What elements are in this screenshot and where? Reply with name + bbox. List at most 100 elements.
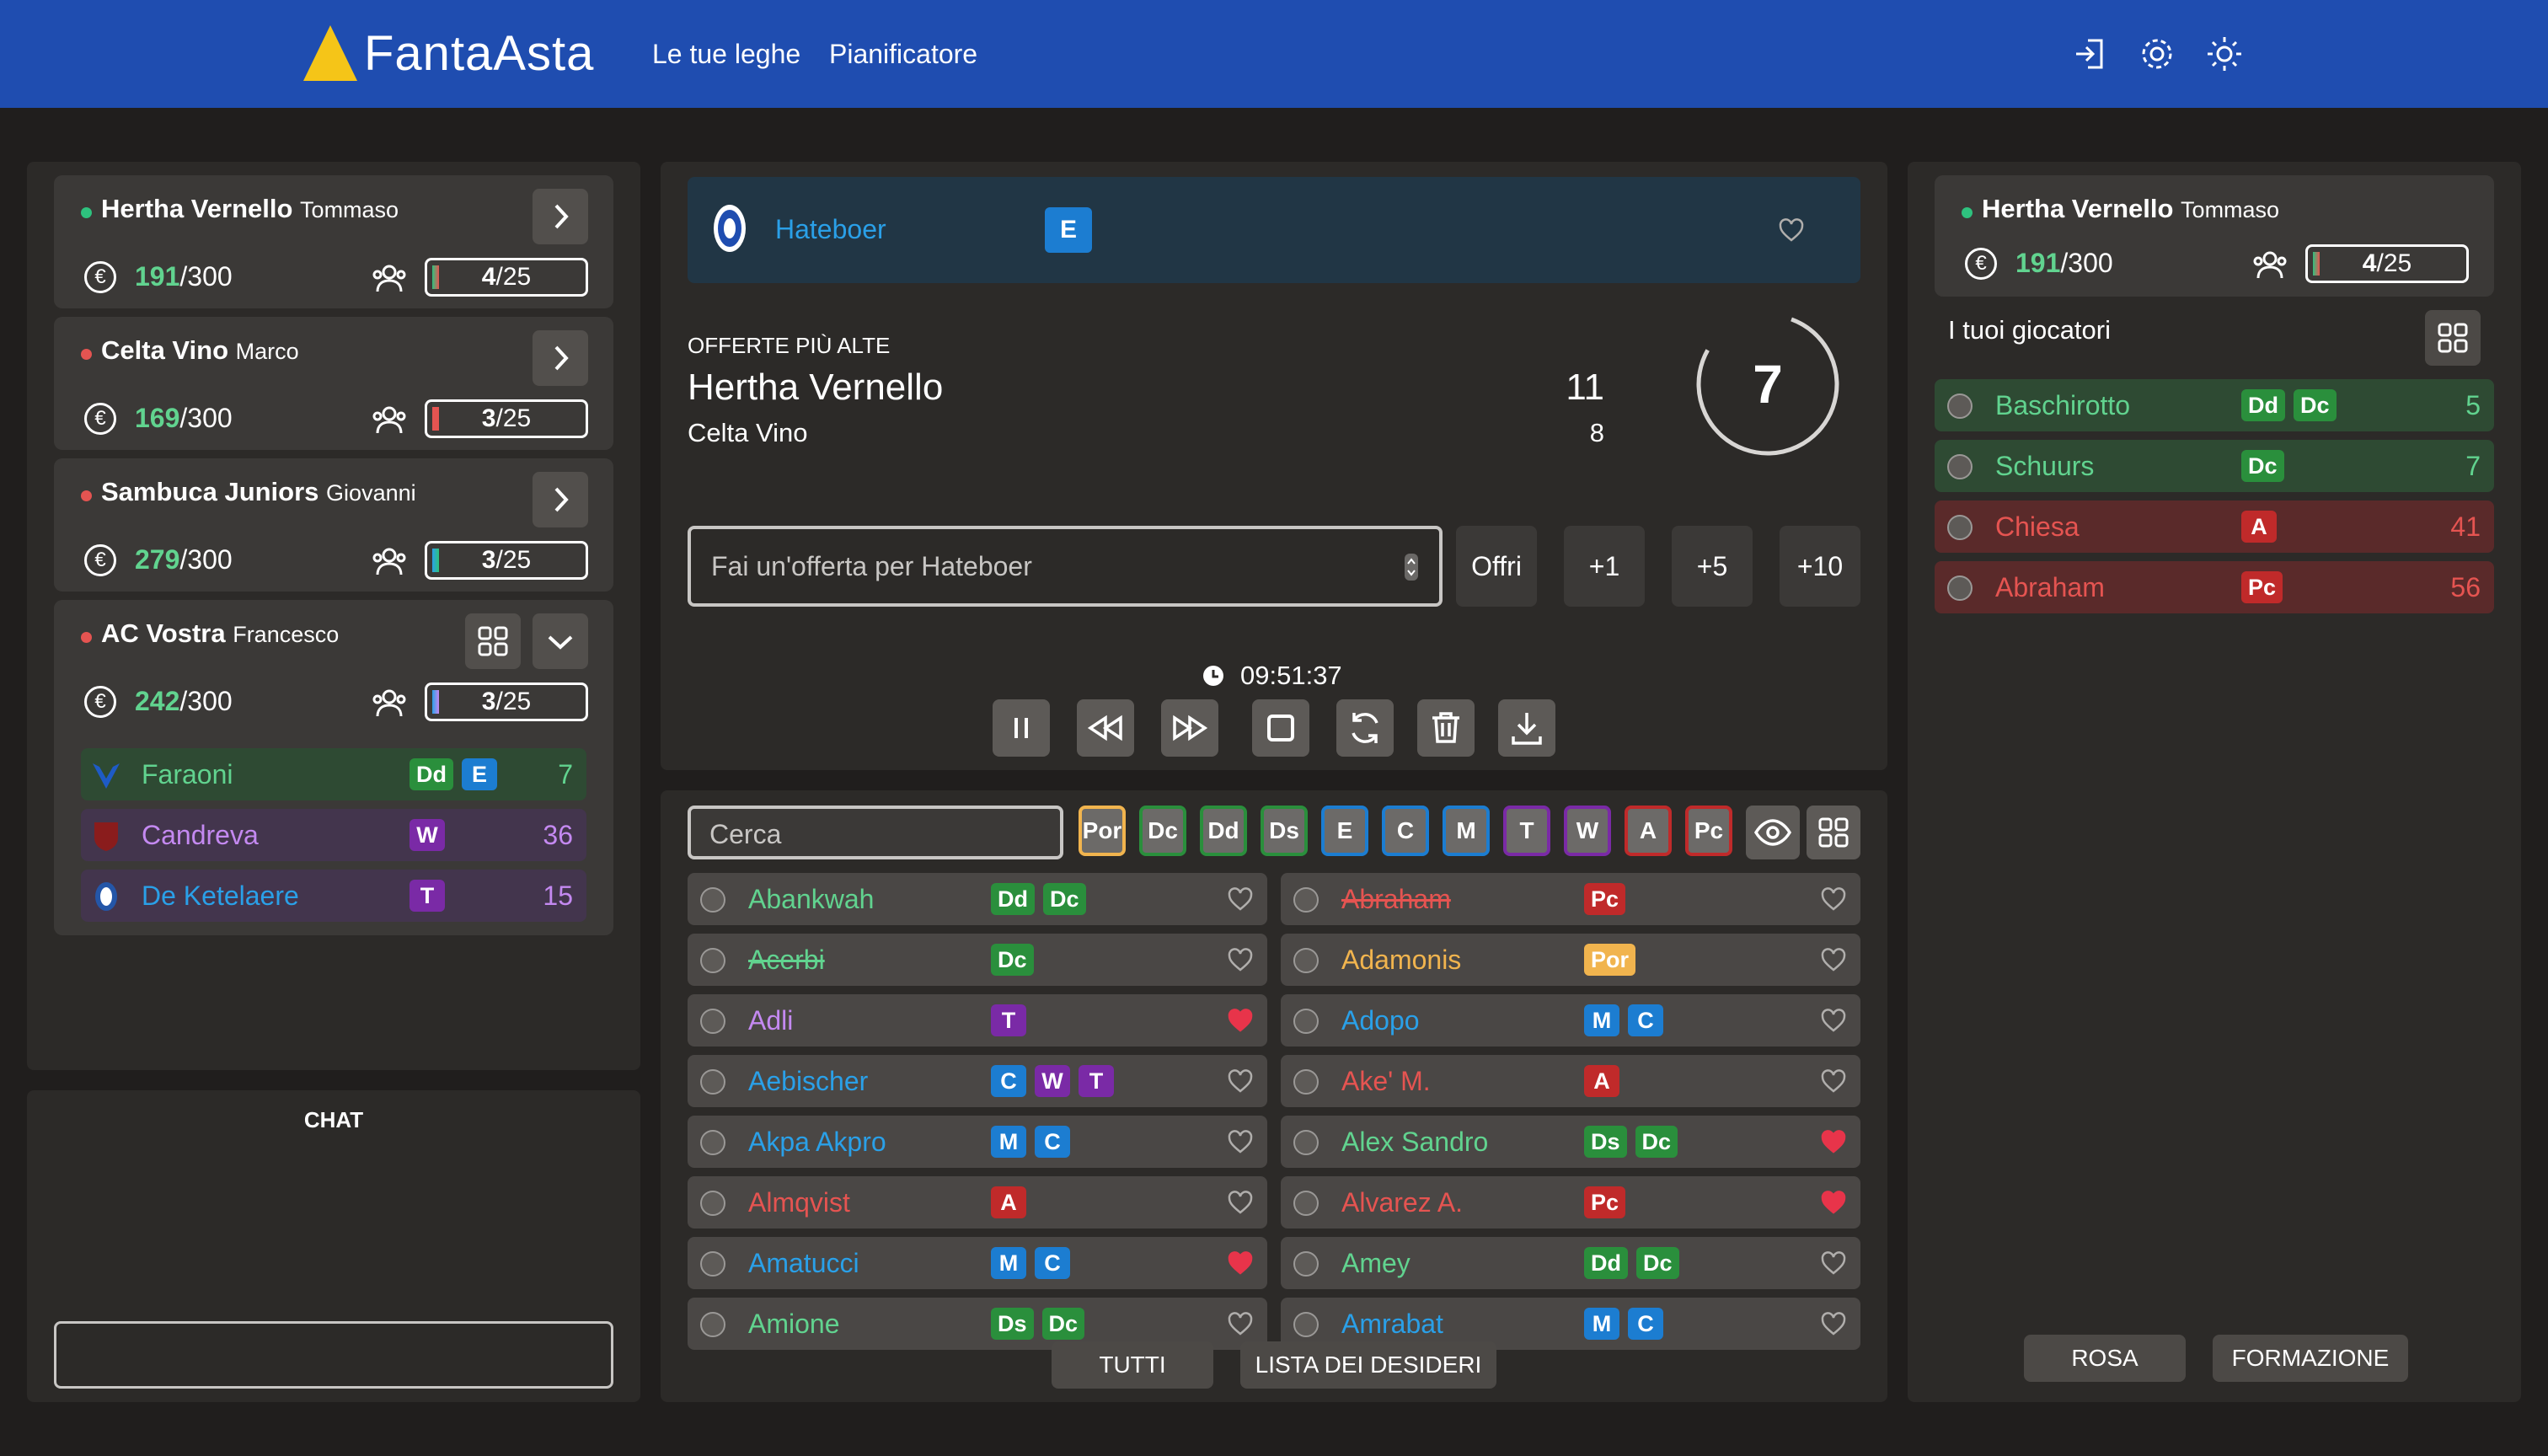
player-name: De Ketelaere	[142, 881, 299, 911]
list-item[interactable]: Alvarez A. Pc	[1281, 1176, 1860, 1228]
filter-ds[interactable]: Ds	[1261, 806, 1308, 856]
heart-icon[interactable]	[1227, 1250, 1254, 1276]
list-item[interactable]: Akpa Akpro M C	[688, 1116, 1267, 1168]
player-price: 41	[2450, 511, 2481, 542]
list-item[interactable]: Almqvist A	[688, 1176, 1267, 1228]
stepper-icon[interactable]	[1404, 553, 1419, 581]
list-item[interactable]: Adamonis Por	[1281, 934, 1860, 986]
chat-input[interactable]	[54, 1321, 613, 1389]
list-item[interactable]: Adli T	[688, 994, 1267, 1046]
pause-button[interactable]	[993, 699, 1050, 757]
forward-button[interactable]	[1161, 699, 1218, 757]
download-button[interactable]	[1498, 699, 1555, 757]
team-crest-icon	[1293, 1009, 1319, 1034]
list-item[interactable]: Chiesa A 41	[1935, 500, 2494, 553]
heart-icon[interactable]	[1820, 1008, 1847, 1033]
list-item[interactable]: Alex Sandro Ds Dc	[1281, 1116, 1860, 1168]
heart-icon[interactable]	[1227, 1129, 1254, 1154]
role-chip: Pc	[2241, 571, 2283, 603]
list-item[interactable]: Faraoni Dd E 7	[81, 748, 586, 800]
filter-m[interactable]: M	[1443, 806, 1490, 856]
chevron-right-icon	[554, 345, 569, 371]
filter-c[interactable]: C	[1382, 806, 1429, 856]
list-item[interactable]: Abraham Pc 56	[1935, 561, 2494, 613]
visibility-toggle[interactable]	[1746, 806, 1800, 859]
list-item[interactable]: Amey Dd Dc	[1281, 1237, 1860, 1289]
tab-all[interactable]: TUTTI	[1052, 1341, 1213, 1389]
role-chips: MC	[991, 1126, 1079, 1158]
tab-formation[interactable]: FORMAZIONE	[2213, 1335, 2408, 1382]
role-chips: T	[991, 1004, 1035, 1036]
list-item[interactable]: Schuurs Dc 7	[1935, 440, 2494, 492]
expand-button[interactable]	[533, 330, 588, 386]
theme-icon[interactable]	[2204, 34, 2245, 74]
list-item[interactable]: Candreva W 36	[81, 809, 586, 861]
list-item[interactable]: De Ketelaere T 15	[81, 870, 586, 922]
collapse-button[interactable]	[533, 613, 588, 669]
stop-button[interactable]	[1252, 699, 1309, 757]
bid-plus-5-button[interactable]: +5	[1672, 526, 1753, 607]
expand-button[interactable]	[533, 472, 588, 527]
roster-slots: 3/25	[425, 682, 588, 721]
list-item[interactable]: Aebischer C W T	[688, 1055, 1267, 1107]
heart-icon[interactable]	[1820, 1311, 1847, 1336]
bid-plus-1-button[interactable]: +1	[1564, 526, 1645, 607]
status-dot	[81, 490, 92, 501]
list-item[interactable]: Abraham Pc	[1281, 873, 1860, 925]
list-item[interactable]: Ake' M. A	[1281, 1055, 1860, 1107]
grid-view-button[interactable]	[465, 613, 521, 669]
list-item[interactable]: Baschirotto Dd Dc 5	[1935, 379, 2494, 431]
heart-icon[interactable]	[1227, 886, 1254, 912]
offer-button[interactable]: Offri	[1456, 526, 1537, 607]
heart-icon[interactable]	[1820, 886, 1847, 912]
grid-view-button[interactable]	[1807, 806, 1860, 859]
rewind-button[interactable]	[1077, 699, 1134, 757]
heart-icon[interactable]	[1227, 1190, 1254, 1215]
team-card: Hertha Vernello Tommaso € 191/300 4/25	[54, 175, 613, 308]
list-item[interactable]: Adopo M C	[1281, 994, 1860, 1046]
nav-planner[interactable]: Pianificatore	[829, 34, 977, 74]
role-chip: Dd	[1584, 1247, 1628, 1279]
logout-icon[interactable]	[2071, 34, 2112, 74]
filter-e[interactable]: E	[1321, 806, 1368, 856]
reset-button[interactable]	[1336, 699, 1394, 757]
list-item[interactable]: Amatucci M C	[688, 1237, 1267, 1289]
delete-button[interactable]	[1417, 699, 1475, 757]
tab-roster[interactable]: ROSA	[2024, 1335, 2186, 1382]
heart-icon[interactable]	[1227, 1311, 1254, 1336]
role-chips: MC	[1584, 1004, 1672, 1036]
bid-input[interactable]: Fai un'offerta per Hateboer	[688, 526, 1443, 607]
player-name: Baschirotto	[1995, 390, 2131, 420]
filter-w[interactable]: W	[1564, 806, 1611, 856]
auction-panel: Hateboer E OFFERTE PIÙ ALTE Hertha Verne…	[661, 162, 1887, 770]
search-input[interactable]: Cerca	[688, 806, 1063, 859]
bid-plus-10-button[interactable]: +10	[1780, 526, 1860, 607]
heart-icon[interactable]	[1227, 947, 1254, 972]
role-chip: C	[991, 1065, 1026, 1097]
list-item[interactable]: Acerbi Dc	[688, 934, 1267, 986]
filter-pc[interactable]: Pc	[1685, 806, 1732, 856]
tab-wishlist[interactable]: LISTA DEI DESIDERI	[1240, 1341, 1496, 1389]
nav-leagues[interactable]: Le tue leghe	[652, 34, 800, 74]
grid-icon	[478, 626, 508, 656]
heart-icon[interactable]	[1778, 217, 1805, 243]
heart-icon[interactable]	[1820, 1250, 1847, 1276]
heart-icon[interactable]	[1227, 1068, 1254, 1094]
grid-view-button[interactable]	[2425, 310, 2481, 366]
role-chip: W	[1035, 1065, 1070, 1097]
brand-name[interactable]: FantaAsta	[364, 24, 594, 84]
list-item[interactable]: Abankwah Dd Dc	[688, 873, 1267, 925]
heart-icon[interactable]	[1820, 947, 1847, 972]
expand-button[interactable]	[533, 189, 588, 244]
filter-dc[interactable]: Dc	[1139, 806, 1186, 856]
settings-icon[interactable]	[2137, 34, 2177, 74]
users-icon	[372, 265, 406, 292]
filter-dd[interactable]: Dd	[1200, 806, 1247, 856]
heart-icon[interactable]	[1820, 1068, 1847, 1094]
filter-a[interactable]: A	[1625, 806, 1672, 856]
heart-icon[interactable]	[1820, 1190, 1847, 1215]
filter-por[interactable]: Por	[1079, 806, 1126, 856]
heart-icon[interactable]	[1227, 1008, 1254, 1033]
filter-t[interactable]: T	[1503, 806, 1550, 856]
heart-icon[interactable]	[1820, 1129, 1847, 1154]
